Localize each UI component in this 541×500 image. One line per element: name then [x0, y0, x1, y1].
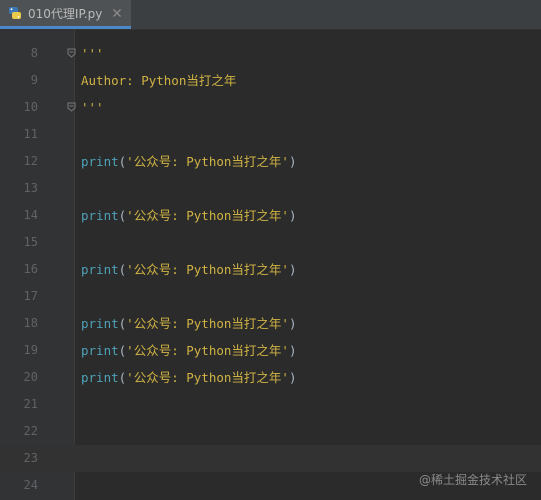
string-token: ''': [81, 46, 104, 61]
code-line[interactable]: 16 print('公众号: Python当打之年'): [0, 256, 541, 283]
string-token: Author: Python当打之年: [81, 73, 237, 88]
code-line[interactable]: 19 print('公众号: Python当打之年'): [0, 337, 541, 364]
line-number: 24: [23, 478, 38, 492]
line-number: 14: [23, 208, 38, 222]
python-file-icon: [9, 7, 21, 19]
punctuation-token: ): [288, 262, 297, 277]
line-number: 22: [23, 424, 38, 438]
code-line[interactable]: 12 print('公众号: Python当打之年'): [0, 148, 541, 175]
code-line[interactable]: 21: [0, 391, 541, 418]
function-token: print: [81, 208, 119, 223]
string-token: '公众号: Python当打之年': [126, 343, 289, 358]
tab-file[interactable]: 010代理IP.py: [0, 0, 131, 29]
code-line[interactable]: 22: [0, 418, 541, 445]
watermark: @稀土掘金技术社区: [418, 473, 527, 487]
line-number: 18: [23, 316, 38, 330]
line-number: 15: [23, 235, 38, 249]
editor-tab-bar: 010代理IP.py: [0, 0, 541, 30]
line-number: 8: [30, 46, 38, 60]
code-text: Author: Python当打之年: [81, 67, 236, 94]
line-number: 12: [23, 154, 38, 168]
close-icon[interactable]: [112, 8, 122, 18]
function-token: print: [81, 154, 119, 169]
line-number: 13: [23, 181, 38, 195]
function-token: print: [81, 343, 119, 358]
function-token: print: [81, 370, 119, 385]
fold-marker-icon[interactable]: [67, 48, 76, 58]
punctuation-token: ): [288, 208, 297, 223]
code-text: ''': [81, 94, 104, 121]
line-number: 11: [23, 127, 38, 141]
code-text: print('公众号: Python当打之年'): [81, 256, 296, 283]
code-text: print('公众号: Python当打之年'): [81, 364, 296, 391]
code-line[interactable]: 20 print('公众号: Python当打之年'): [0, 364, 541, 391]
code-line[interactable]: 17: [0, 283, 541, 310]
string-token: '公众号: Python当打之年': [126, 316, 289, 331]
code-text: print('公众号: Python当打之年'): [81, 310, 296, 337]
code-text: print('公众号: Python当打之年'): [81, 148, 296, 175]
code-line[interactable]: 11: [0, 121, 541, 148]
code-line[interactable]: 15: [0, 229, 541, 256]
line-number: 19: [23, 343, 38, 357]
code-text: ''': [81, 40, 104, 67]
line-number: 10: [23, 100, 38, 114]
code-line[interactable]: 8 ''': [0, 40, 541, 67]
line-number: 16: [23, 262, 38, 276]
fold-marker-icon[interactable]: [67, 102, 76, 112]
current-line[interactable]: 23: [0, 445, 541, 472]
function-token: print: [81, 262, 119, 277]
code-text: print('公众号: Python当打之年'): [81, 337, 296, 364]
code-line[interactable]: 9 Author: Python当打之年: [0, 67, 541, 94]
line-number: 23: [23, 451, 38, 465]
line-number: 20: [23, 370, 38, 384]
line-number: 17: [23, 289, 38, 303]
string-token: ''': [81, 100, 104, 115]
punctuation-token: ): [288, 370, 297, 385]
punctuation-token: ): [288, 343, 297, 358]
string-token: '公众号: Python当打之年': [126, 262, 289, 277]
code-line[interactable]: 10 ''': [0, 94, 541, 121]
code-editor[interactable]: 8 ''' 9 Author: Python当打之年 10 ''' 11 12 print('公…: [0, 30, 541, 500]
string-token: '公众号: Python当打之年': [126, 154, 289, 169]
string-token: '公众号: Python当打之年': [126, 370, 289, 385]
line-number: 9: [30, 73, 38, 87]
code-line[interactable]: 14 print('公众号: Python当打之年'): [0, 202, 541, 229]
punctuation-token: ): [288, 316, 297, 331]
function-token: print: [81, 316, 119, 331]
code-line[interactable]: 13: [0, 175, 541, 202]
tab-filename: 010代理IP.py: [28, 6, 103, 21]
code-line[interactable]: 18 print('公众号: Python当打之年'): [0, 310, 541, 337]
line-number: 21: [23, 397, 38, 411]
code-text: print('公众号: Python当打之年'): [81, 202, 296, 229]
punctuation-token: ): [288, 154, 297, 169]
string-token: '公众号: Python当打之年': [126, 208, 289, 223]
